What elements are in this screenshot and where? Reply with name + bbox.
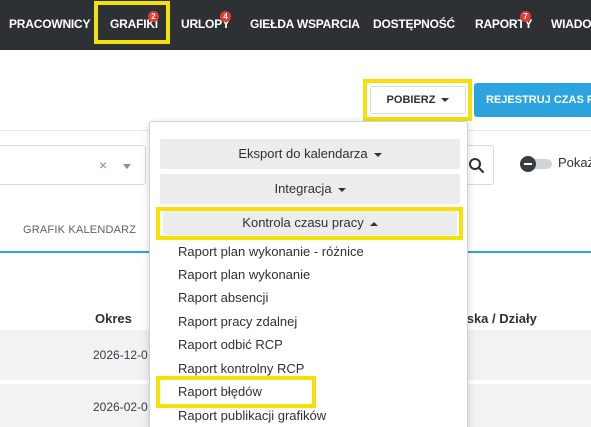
top-navigation: PRACOWNICY GRAFIKI 2 URLOPY 4 GIEŁDA WSP… (0, 0, 591, 50)
nav-item-wiadomosci[interactable]: WIADO (551, 17, 591, 31)
filter-select[interactable]: × (0, 145, 146, 185)
section-label: Integracja (274, 181, 332, 196)
menu-item-raport-plan-wykonanie[interactable]: Raport plan wykonanie (178, 267, 310, 282)
highlight-pobierz (363, 79, 472, 121)
tab-grafik-kalendarz[interactable]: GRAFIK KALENDARZ (23, 224, 136, 236)
menu-item-raport-kontrolny-rcp[interactable]: Raport kontrolny RCP (178, 361, 304, 376)
column-header-okres: Okres (95, 311, 132, 326)
highlight-raport-bledow (156, 376, 316, 408)
nav-item-gielda-wsparcia[interactable]: GIEŁDA WSPARCIA (250, 17, 360, 31)
highlight-grafiki (94, 1, 170, 44)
urlopy-badge: 4 (220, 11, 231, 22)
toggle-label: Pokaż (558, 155, 591, 170)
clear-icon[interactable]: × (99, 157, 107, 173)
menu-item-raport-odbic-rcp[interactable]: Raport odbić RCP (178, 337, 283, 352)
chevron-down-icon (337, 187, 346, 192)
show-toggle[interactable] (520, 156, 552, 172)
toggle-knob (520, 156, 536, 172)
row-date: 2026-02-0 (93, 400, 148, 414)
highlight-kontrola-czasu-pracy (156, 207, 463, 240)
page: PRACOWNICY GRAFIKI 2 URLOPY 4 GIEŁDA WSP… (0, 0, 591, 427)
row-date: 2026-12-0 (93, 348, 148, 362)
menu-section-integracja[interactable]: Integracja (160, 174, 460, 204)
menu-item-raport-absencji[interactable]: Raport absencji (178, 290, 268, 305)
menu-item-raport-publikacji-grafikow[interactable]: Raport publikacji grafików (178, 408, 326, 423)
raporty-badge: 7 (520, 11, 531, 22)
chevron-down-icon (373, 152, 382, 157)
nav-item-dostepnosc[interactable]: DOSTĘPNOŚĆ (373, 17, 455, 31)
rejestruj-czas-button[interactable]: REJESTRUJ CZAS PR (474, 83, 591, 117)
menu-item-raport-pracy-zdalnej[interactable]: Raport pracy zdalnej (178, 314, 297, 329)
menu-item-raport-plan-wykonanie-roznice[interactable]: Raport plan wykonanie - różnice (178, 244, 364, 259)
nav-item-pracownicy[interactable]: PRACOWNICY (9, 17, 91, 31)
menu-section-eksport-do-kalendarza[interactable]: Eksport do kalendarza (160, 139, 460, 169)
section-label: Eksport do kalendarza (238, 146, 368, 161)
chevron-down-icon[interactable] (123, 164, 131, 169)
